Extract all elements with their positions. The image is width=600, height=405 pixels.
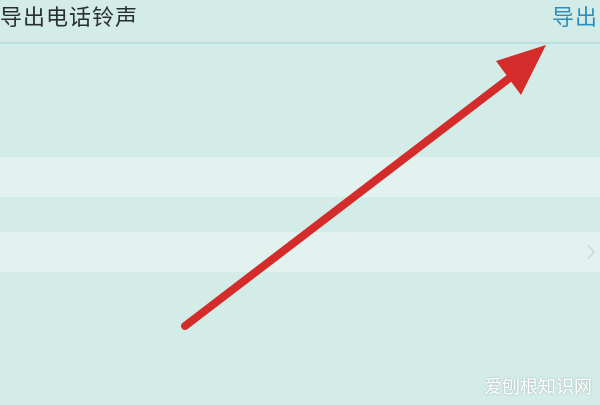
export-button[interactable]: 导出 <box>552 4 598 34</box>
page-title: 导出电话铃声 <box>0 6 139 31</box>
red-arrow-icon <box>181 45 546 330</box>
chevron-right-icon <box>587 244 596 260</box>
navigation-bar: 导出电话铃声 导出 <box>0 0 600 44</box>
list-item[interactable] <box>0 232 600 272</box>
watermark: 爱刨根知识网 <box>484 377 592 398</box>
list-item[interactable] <box>0 157 600 197</box>
